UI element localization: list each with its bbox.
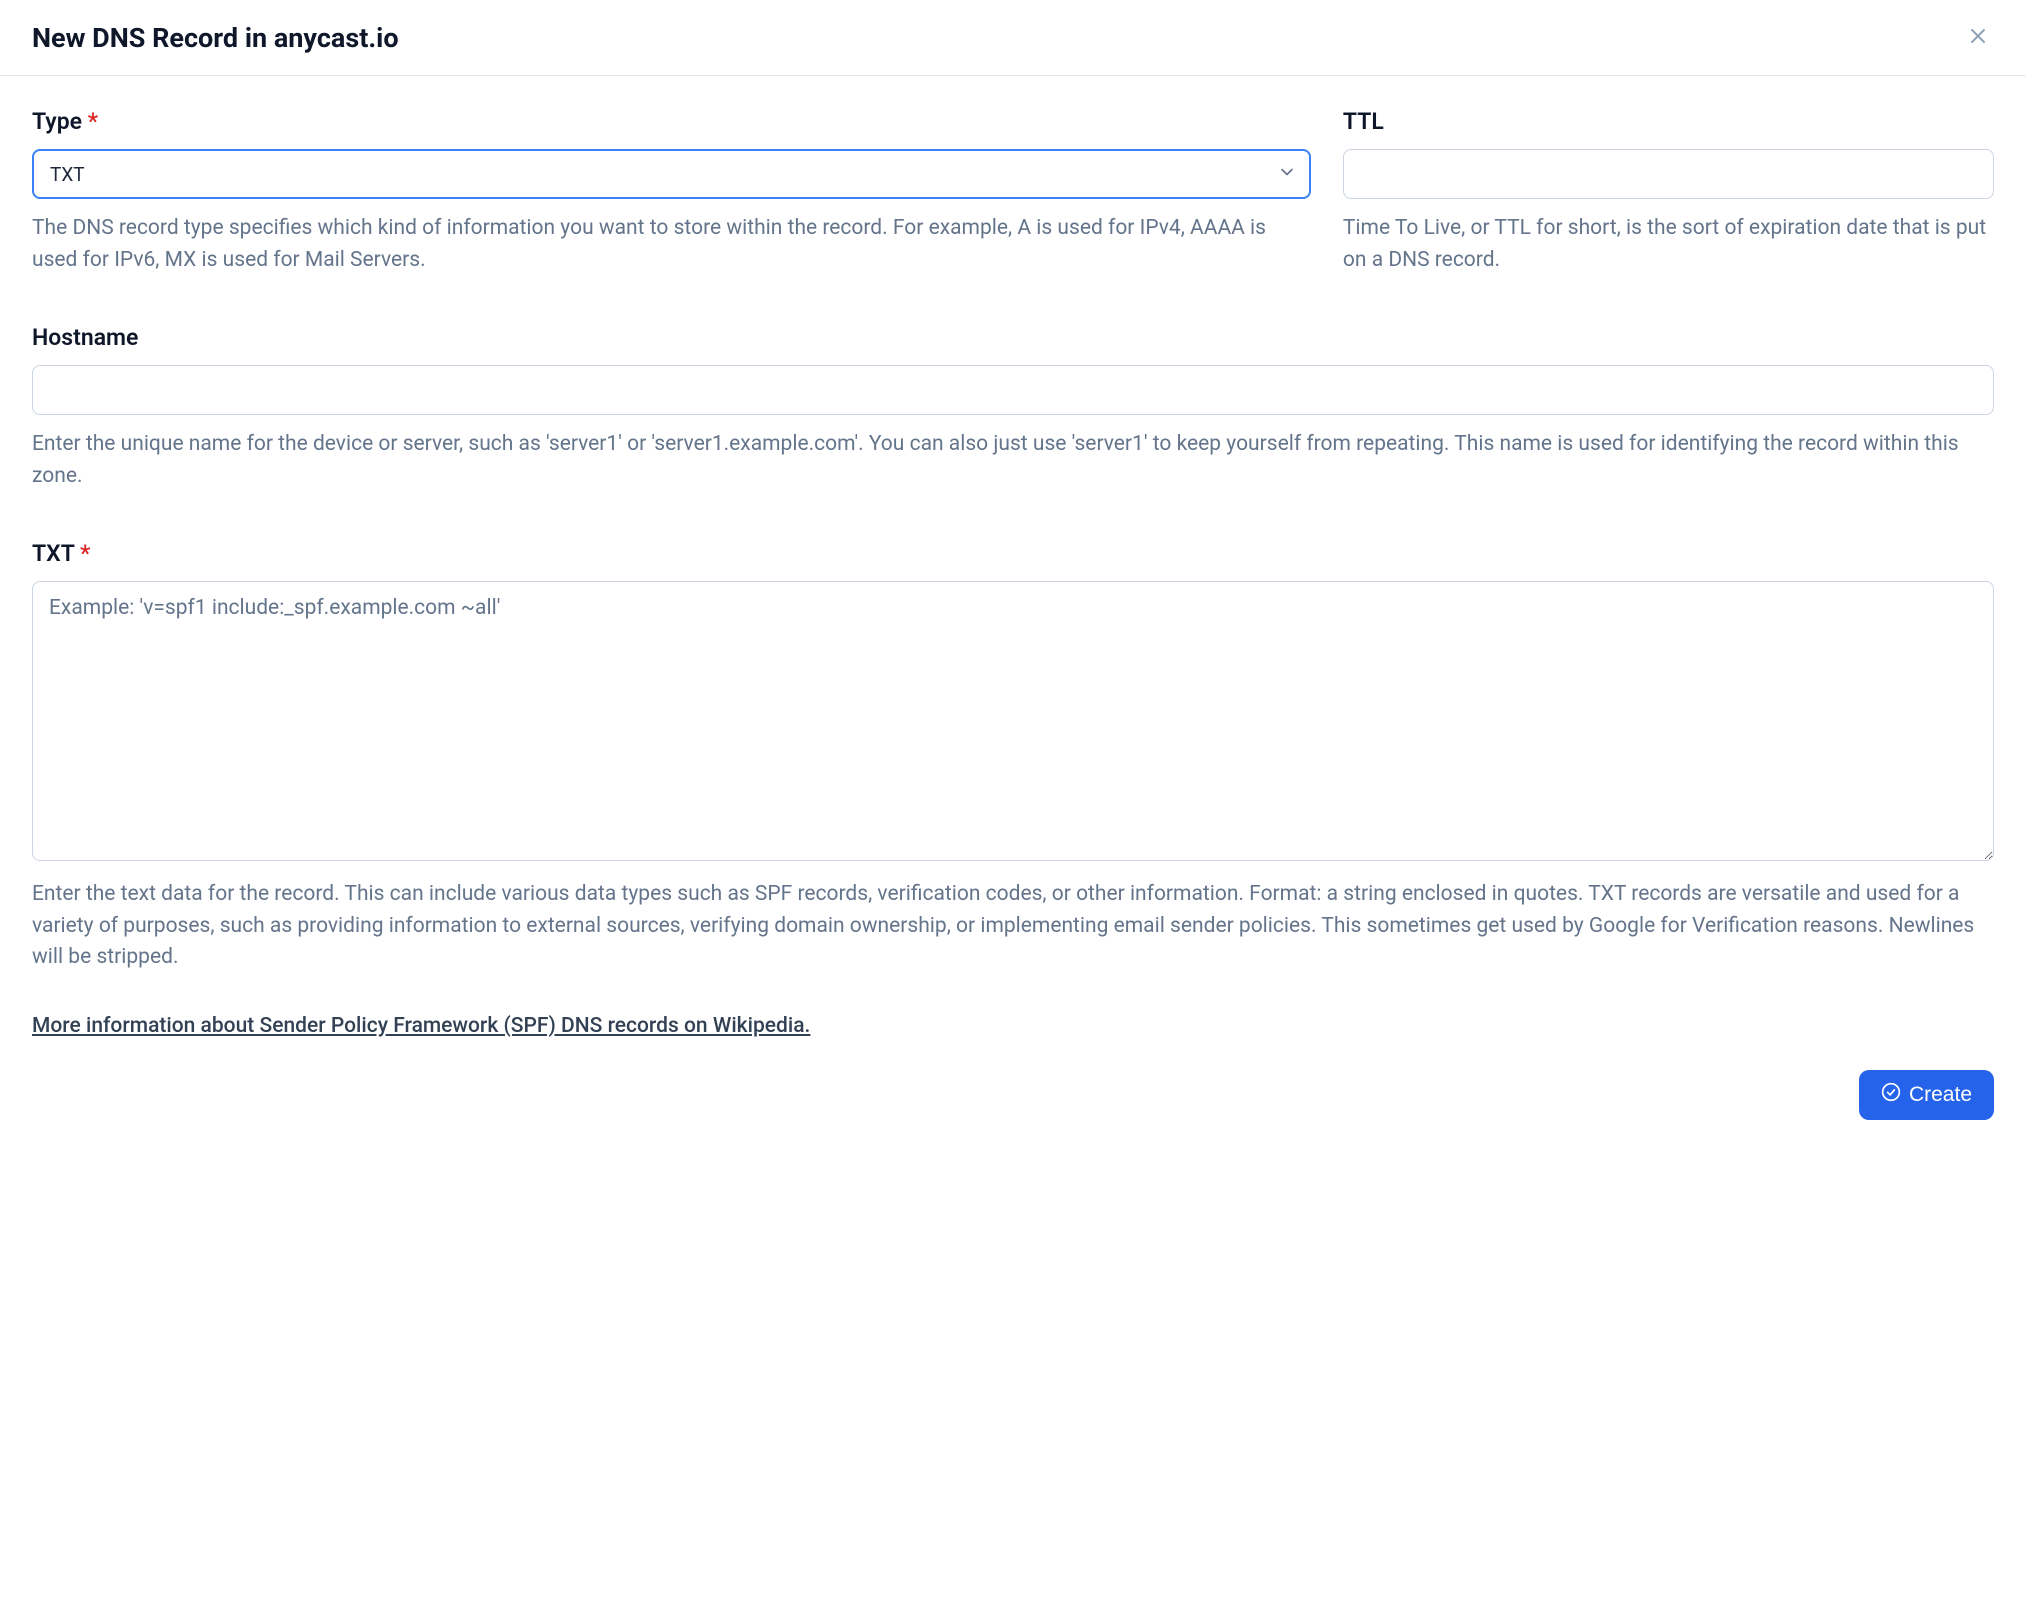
type-select[interactable]: TXT [32, 149, 1311, 199]
hostname-input[interactable] [32, 365, 1994, 415]
modal-footer: Create [0, 1070, 2026, 1140]
create-button-label: Create [1909, 1083, 1972, 1107]
txt-textarea[interactable] [32, 581, 1994, 861]
modal-header: New DNS Record in anycast.io [0, 0, 2026, 76]
modal-body: Type * TXT The DNS record type specifies… [0, 76, 2026, 1070]
modal-title: New DNS Record in anycast.io [32, 22, 399, 54]
close-icon [1966, 24, 1990, 51]
txt-label-text: TXT [32, 540, 74, 567]
type-field-group: Type * TXT The DNS record type specifies… [32, 108, 1311, 276]
required-asterisk: * [88, 108, 98, 135]
spf-wikipedia-link[interactable]: More information about Sender Policy Fra… [32, 1014, 810, 1038]
type-select-wrapper: TXT [32, 149, 1311, 199]
type-help-text: The DNS record type specifies which kind… [32, 213, 1311, 276]
ttl-label: TTL [1343, 108, 1994, 135]
txt-label: TXT * [32, 540, 1994, 567]
hostname-field-group: Hostname Enter the unique name for the d… [32, 324, 1994, 492]
ttl-input[interactable] [1343, 149, 1994, 199]
required-asterisk: * [80, 540, 90, 567]
txt-help-text: Enter the text data for the record. This… [32, 879, 1994, 974]
ttl-field-group: TTL Time To Live, or TTL for short, is t… [1343, 108, 1994, 276]
check-circle-icon [1881, 1082, 1901, 1108]
type-label-text: Type [32, 108, 82, 135]
create-button[interactable]: Create [1859, 1070, 1994, 1120]
type-label: Type * [32, 108, 1311, 135]
type-ttl-row: Type * TXT The DNS record type specifies… [32, 108, 1994, 276]
hostname-help-text: Enter the unique name for the device or … [32, 429, 1994, 492]
txt-field-group: TXT * Enter the text data for the record… [32, 540, 1994, 974]
ttl-help-text: Time To Live, or TTL for short, is the s… [1343, 213, 1994, 276]
close-button[interactable] [1962, 20, 1994, 55]
hostname-label: Hostname [32, 324, 1994, 351]
dns-record-modal: New DNS Record in anycast.io Type * TXT [0, 0, 2026, 1622]
